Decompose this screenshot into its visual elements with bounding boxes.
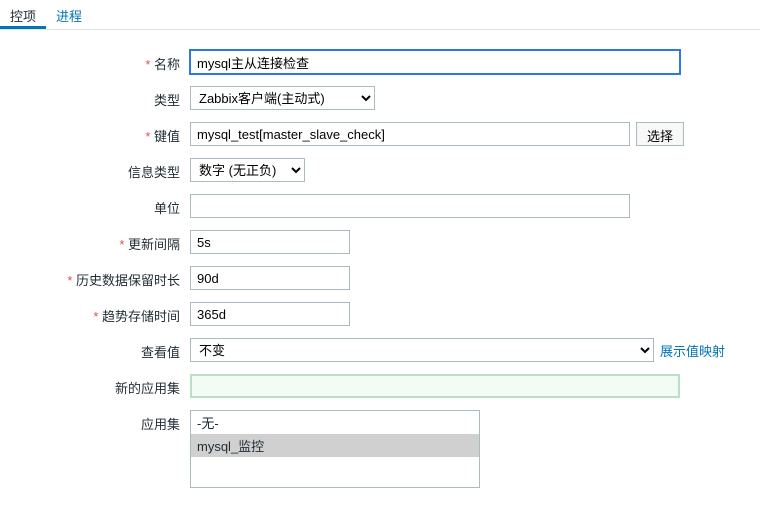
row-name: 名称 [10,50,750,74]
label-update-interval: 更新间隔 [10,230,190,253]
input-trends-retention[interactable] [190,302,350,326]
tabs: 控项 进程 [0,0,760,30]
list-item[interactable]: -无- [191,411,479,434]
select-info-type[interactable]: 数字 (无正负) [190,158,305,182]
label-type: 类型 [10,86,190,109]
input-units[interactable] [190,194,630,218]
input-history-retention[interactable] [190,266,350,290]
row-applications: 应用集 -无- mysql_监控 [10,410,750,488]
item-form: 名称 类型 Zabbix客户端(主动式) 键值 选择 信息类型 数字 (无正负)… [0,30,760,510]
tab-item[interactable]: 控项 [0,0,46,29]
row-view-value: 查看值 不变 展示值映射 [10,338,750,362]
label-history-retention: 历史数据保留时长 [10,266,190,289]
input-key[interactable] [190,122,630,146]
row-history-retention: 历史数据保留时长 [10,266,750,290]
row-info-type: 信息类型 数字 (无正负) [10,158,750,182]
row-key: 键值 选择 [10,122,750,146]
label-info-type: 信息类型 [10,158,190,181]
tab-process[interactable]: 进程 [46,0,92,29]
list-item[interactable]: mysql_监控 [191,434,479,457]
select-type[interactable]: Zabbix客户端(主动式) [190,86,375,110]
label-name: 名称 [10,50,190,73]
row-update-interval: 更新间隔 [10,230,750,254]
row-trends-retention: 趋势存储时间 [10,302,750,326]
select-view-value[interactable]: 不变 [190,338,654,362]
label-new-application: 新的应用集 [10,374,190,397]
label-view-value: 查看值 [10,338,190,361]
label-units: 单位 [10,194,190,217]
label-trends-retention: 趋势存储时间 [10,302,190,325]
row-units: 单位 [10,194,750,218]
button-select-key[interactable]: 选择 [636,122,684,146]
label-applications: 应用集 [10,410,190,433]
row-new-application: 新的应用集 [10,374,750,398]
label-key: 键值 [10,122,190,145]
input-update-interval[interactable] [190,230,350,254]
input-new-application[interactable] [190,374,680,398]
link-value-mapping[interactable]: 展示值映射 [660,341,725,360]
row-type: 类型 Zabbix客户端(主动式) [10,86,750,110]
input-name[interactable] [190,50,680,74]
listbox-applications[interactable]: -无- mysql_监控 [190,410,480,488]
